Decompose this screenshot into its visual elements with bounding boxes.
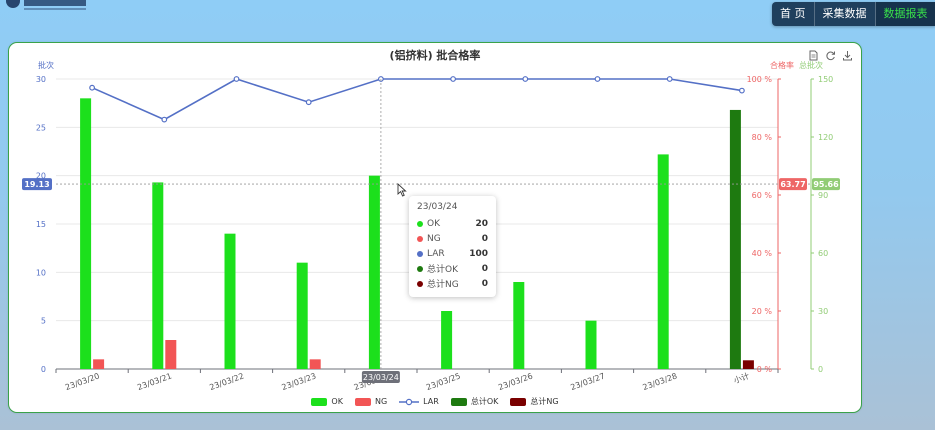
tooltip-row-name: 总计NG: [427, 280, 459, 290]
legend-item-ok[interactable]: OK: [311, 396, 343, 407]
axis-pointer-rate: 63.77: [780, 180, 805, 189]
y-tick-label-total: 0: [818, 365, 823, 374]
bar-ok: [296, 262, 308, 369]
tooltip-row: NG 0: [417, 231, 488, 246]
bar-ok: [152, 182, 164, 369]
point-lar: [233, 76, 240, 82]
y-tick-label-total: 30: [818, 307, 828, 316]
tooltip-row: LAR 100: [417, 246, 488, 261]
bar-ok: [224, 233, 236, 369]
axis-pointer-left: 19.13: [24, 180, 49, 189]
legend-label: OK: [331, 397, 343, 406]
nav-collect-data[interactable]: 采集数据: [815, 2, 876, 26]
y-tick-label-rate: 80 %: [752, 133, 773, 142]
point-lar: [666, 76, 673, 82]
point-lar: [305, 99, 312, 106]
company-logo: [6, 0, 92, 14]
bar-ng: [93, 359, 105, 369]
legend-line-swatch: [399, 398, 420, 405]
tooltip-row-value: 20: [475, 218, 488, 229]
y-tick-label-left: 10: [36, 268, 46, 277]
y-tick-label-rate: 100 %: [747, 75, 773, 84]
bar-ok: [368, 175, 380, 369]
x-tick-label: 23/03/27: [569, 371, 606, 392]
tooltip-row-value: 0: [481, 278, 488, 289]
legend-swatch: [510, 397, 527, 406]
chart-tooltip: 23/03/24 OK 20 NG 0 LAR 100 总计OK 0 总计NG 0: [409, 196, 496, 297]
legend-swatch: [354, 397, 371, 406]
mouse-cursor-icon: [397, 183, 407, 197]
axis-pointer-total: 95.66: [813, 180, 839, 189]
x-tick-label: 23/03/23: [281, 371, 318, 392]
point-lar: [594, 76, 601, 82]
legend-label: 总计NG: [530, 397, 559, 406]
y-tick-label-rate: 40 %: [752, 249, 773, 258]
point-lar: [522, 76, 529, 82]
tooltip-row-value: 0: [481, 233, 488, 244]
tooltip-row-name: NG: [427, 233, 441, 244]
y-tick-label-rate: 20 %: [752, 307, 773, 316]
y-tick-label-total: 120: [818, 133, 833, 142]
point-lar: [89, 84, 95, 91]
point-lar: [739, 87, 745, 94]
legend-item-lar[interactable]: LAR: [399, 396, 439, 407]
tooltip-title: 23/03/24: [417, 202, 458, 212]
y-tick-label-rate: 60 %: [752, 191, 773, 200]
x-tick-label: 23/03/25: [425, 371, 462, 392]
y-tick-label-left: 15: [36, 220, 46, 229]
y-axis-title-total: 总批次: [799, 60, 823, 70]
x-tick-label: 23/03/28: [642, 371, 679, 392]
tooltip-row: 总计NG 0: [417, 276, 488, 291]
bar-ng: [309, 359, 321, 369]
bar-ok: [513, 282, 525, 369]
legend-swatch: [450, 397, 467, 406]
bar-total-ng: [742, 360, 754, 369]
y-tick-label-left: 5: [41, 317, 46, 326]
y-tick-label-left: 0: [41, 365, 46, 374]
legend-label: LAR: [423, 397, 439, 406]
legend-swatch: [311, 397, 328, 406]
y-tick-label-total: 90: [818, 191, 828, 200]
point-lar: [450, 76, 457, 82]
tooltip-row-name: 总计OK: [427, 265, 458, 275]
bar-ng: [165, 340, 177, 369]
top-navigation: 首 页 采集数据 数据报表: [772, 2, 935, 26]
legend-label: NG: [374, 397, 388, 406]
tooltip-row: 总计OK 0: [417, 261, 488, 276]
chart-panel: (铝挤料) 批合格率 批次 合格率 总批次 0 5 10 15 20 25 30 0 % 20 % 40…: [8, 42, 862, 413]
y-tick-label-total: 150: [818, 75, 833, 84]
bar-ok: [657, 154, 669, 369]
x-tick-label: 23/03/26: [497, 371, 534, 392]
tooltip-row-name: LAR: [427, 248, 445, 259]
x-tick-label: 23/03/20: [64, 371, 101, 392]
x-tick-label: 小计: [732, 370, 750, 385]
x-tick-label: 23/03/22: [208, 371, 245, 392]
tooltip-row-name: OK: [427, 218, 440, 229]
tooltip-row: OK 20: [417, 216, 488, 231]
x-tick-label: 23/03/21: [136, 371, 173, 392]
nav-data-report[interactable]: 数据报表: [875, 2, 935, 26]
legend-label: 总计OK: [470, 397, 499, 406]
bar-ok: [441, 311, 453, 369]
y-axis-title-left: 批次: [38, 60, 54, 70]
legend-item-ng[interactable]: NG: [354, 396, 388, 407]
tooltip-row-value: 0: [481, 263, 488, 274]
bar-ok: [585, 320, 597, 369]
axis-pointer-x: 23/03/24: [363, 373, 399, 382]
legend-item-total-ng[interactable]: 总计NG: [510, 396, 559, 407]
y-tick-label-left: 30: [36, 75, 46, 84]
legend-item-total-ok[interactable]: 总计OK: [450, 396, 499, 407]
chart-legend: OK NG LAR 总计OK 总计NG: [9, 396, 861, 407]
bar-ok: [80, 98, 92, 370]
bar-total-ok: [729, 109, 741, 369]
tooltip-row-value: 100: [469, 248, 488, 259]
y-axis-title-rate: 合格率: [770, 60, 794, 70]
nav-home[interactable]: 首 页: [772, 2, 815, 26]
y-tick-label-total: 60: [818, 249, 828, 258]
point-lar: [161, 116, 168, 123]
y-tick-label-left: 25: [36, 123, 46, 132]
y-tick-label-rate: 0 %: [757, 365, 773, 374]
line-lar: [91, 78, 743, 121]
